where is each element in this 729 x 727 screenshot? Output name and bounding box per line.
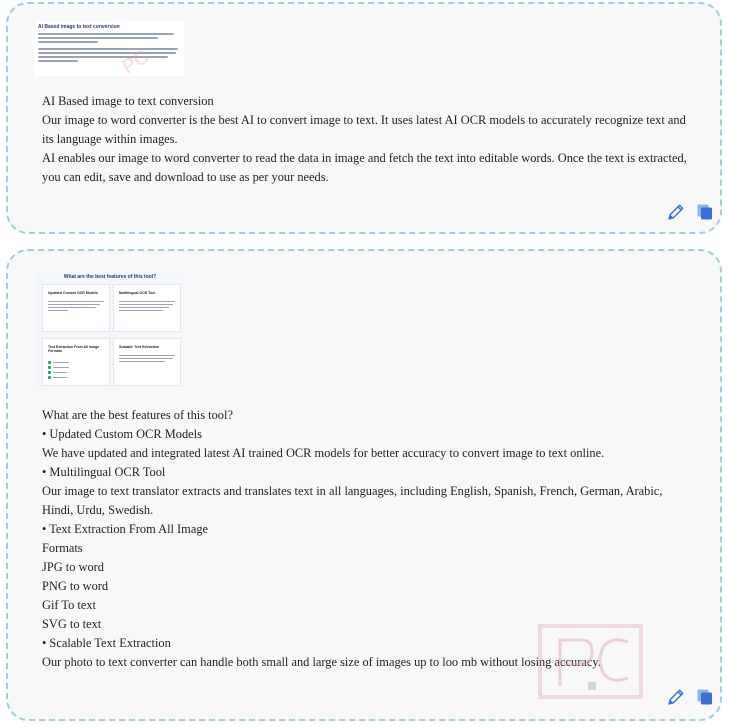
thumbnail-heading: AI Based image to text conversion: [38, 24, 120, 30]
feature-box: Scalable Text Extraction: [113, 338, 181, 386]
thumbnail-heading: What are the best features of this tool?: [63, 274, 157, 280]
feature-box-title: Text Extraction From All Image Formats: [48, 345, 100, 353]
feature-box-title: Updated Custom OCR Models: [48, 291, 98, 295]
result-card-2: What are the best features of this tool?…: [6, 249, 722, 721]
text-line: AI Based image to text conversion: [42, 94, 214, 108]
feature-box: Multilingual OCR Tool: [113, 284, 181, 332]
text-line: What are the best features of this tool?: [42, 408, 233, 422]
text-line: • Multilingual OCR Tool: [42, 465, 166, 479]
result-thumbnail-2: What are the best features of this tool?…: [36, 271, 184, 391]
text-line: AI enables our image to word converter t…: [42, 151, 687, 184]
text-line: Our image to word converter is the best …: [42, 113, 686, 146]
pencil-icon[interactable]: [666, 202, 686, 222]
feature-box: Text Extraction From All Image Formats: [42, 338, 110, 386]
watermark: PC: [118, 45, 154, 76]
watermark-logo-icon: [558, 638, 629, 690]
feature-box-title: Multilingual OCR Tool: [119, 291, 156, 295]
text-line: Gif To text: [42, 598, 96, 612]
text-line: • Updated Custom OCR Models: [42, 427, 202, 441]
text-line: We have updated and integrated latest AI…: [42, 446, 605, 460]
result-card-1: AI Based image to text conversion PC AI …: [6, 2, 722, 234]
text-line: Our image to text translator extracts an…: [42, 484, 663, 517]
feature-box-title: Scalable Text Extraction: [119, 345, 160, 349]
copy-icon[interactable]: [696, 688, 714, 706]
result-thumbnail-1: AI Based image to text conversion PC: [34, 21, 184, 76]
watermark-stamp: [538, 624, 643, 699]
text-line: • Text Extraction From All Image: [42, 522, 209, 536]
text-line: JPG to word: [42, 560, 104, 574]
text-line: PNG to word: [42, 579, 109, 593]
text-line: Formats: [42, 541, 83, 555]
copy-icon[interactable]: [696, 203, 714, 221]
feature-box: Updated Custom OCR Models: [42, 284, 110, 332]
pencil-icon[interactable]: [666, 687, 686, 707]
result-text-1: AI Based image to text conversion Our im…: [42, 92, 694, 187]
